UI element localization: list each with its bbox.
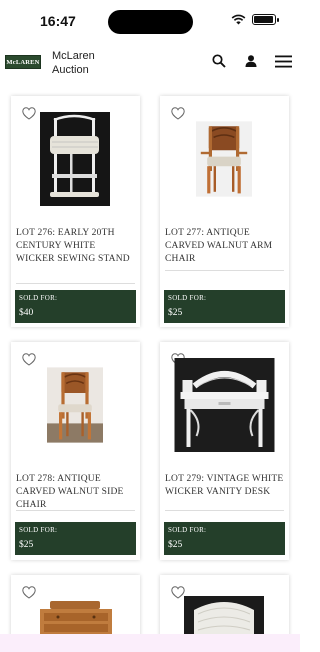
brand-line-2: Auction xyxy=(52,64,89,76)
sold-box: SOLD FOR: $25 xyxy=(164,522,285,555)
sold-box: SOLD FOR: $25 xyxy=(164,290,285,323)
divider xyxy=(16,510,135,511)
lot-title[interactable]: LOT 279: VINTAGE WHITE WICKER VANITY DES… xyxy=(165,473,285,499)
mclaren-logo[interactable]: McLAREN xyxy=(5,55,41,69)
lot-title[interactable]: LOT 277: ANTIQUE CARVED WALNUT ARM CHAIR xyxy=(165,227,285,266)
search-icon xyxy=(212,54,226,68)
lot-card[interactable]: LOT 279: VINTAGE WHITE WICKER VANITY DES… xyxy=(160,342,289,560)
hamburger-icon xyxy=(274,55,292,67)
search-button[interactable] xyxy=(210,52,228,70)
heart-icon[interactable] xyxy=(22,353,36,366)
dynamic-island xyxy=(108,10,193,34)
status-time: 16:47 xyxy=(40,13,76,29)
heart-icon[interactable] xyxy=(171,107,185,120)
menu-button[interactable] xyxy=(274,52,292,70)
lot-card[interactable]: LOT 276: EARLY 20TH CENTURY WHITE WICKER… xyxy=(11,96,140,327)
heart-icon[interactable] xyxy=(171,586,185,599)
account-button[interactable] xyxy=(242,52,260,70)
lot-image-side-chair[interactable] xyxy=(47,358,103,452)
brand-line-1: McLaren xyxy=(52,50,95,62)
wifi-icon xyxy=(231,14,246,25)
status-bar: 16:47 xyxy=(0,0,300,44)
lot-image-wicker-chair[interactable] xyxy=(184,593,264,639)
heart-icon[interactable] xyxy=(22,107,36,120)
lot-card[interactable]: LOT 277: ANTIQUE CARVED WALNUT ARM CHAIR… xyxy=(160,96,289,327)
lot-title[interactable]: LOT 276: EARLY 20TH CENTURY WHITE WICKER… xyxy=(16,227,136,266)
lot-image-dresser[interactable] xyxy=(33,599,119,639)
lot-image-sewing-stand[interactable] xyxy=(40,112,110,206)
divider xyxy=(165,510,284,511)
lot-image-arm-chair[interactable] xyxy=(196,112,252,206)
user-icon xyxy=(245,55,257,67)
header-actions xyxy=(210,52,292,70)
heart-icon[interactable] xyxy=(22,586,36,599)
sold-label: SOLD FOR: xyxy=(168,294,207,302)
lot-card[interactable]: LOT 278: ANTIQUE CARVED WALNUT SIDE CHAI… xyxy=(11,342,140,560)
sold-price: $25 xyxy=(19,540,34,550)
status-icons xyxy=(231,14,279,25)
sold-label: SOLD FOR: xyxy=(19,294,58,302)
bottom-bar xyxy=(0,634,300,652)
divider xyxy=(16,283,135,284)
sold-box: SOLD FOR: $25 xyxy=(15,522,136,555)
brand-name: McLaren Auction xyxy=(52,49,95,77)
battery-icon xyxy=(252,14,279,25)
app-header: McLAREN McLaren Auction xyxy=(0,44,300,84)
sold-box: SOLD FOR: $40 xyxy=(15,290,136,323)
divider xyxy=(165,270,284,271)
sold-label: SOLD FOR: xyxy=(19,526,58,534)
lot-image-vanity-desk[interactable] xyxy=(171,358,278,452)
sold-price: $40 xyxy=(19,308,34,318)
lot-title[interactable]: LOT 278: ANTIQUE CARVED WALNUT SIDE CHAI… xyxy=(16,473,136,512)
sold-price: $25 xyxy=(168,308,183,318)
sold-price: $25 xyxy=(168,540,183,550)
sold-label: SOLD FOR: xyxy=(168,526,207,534)
